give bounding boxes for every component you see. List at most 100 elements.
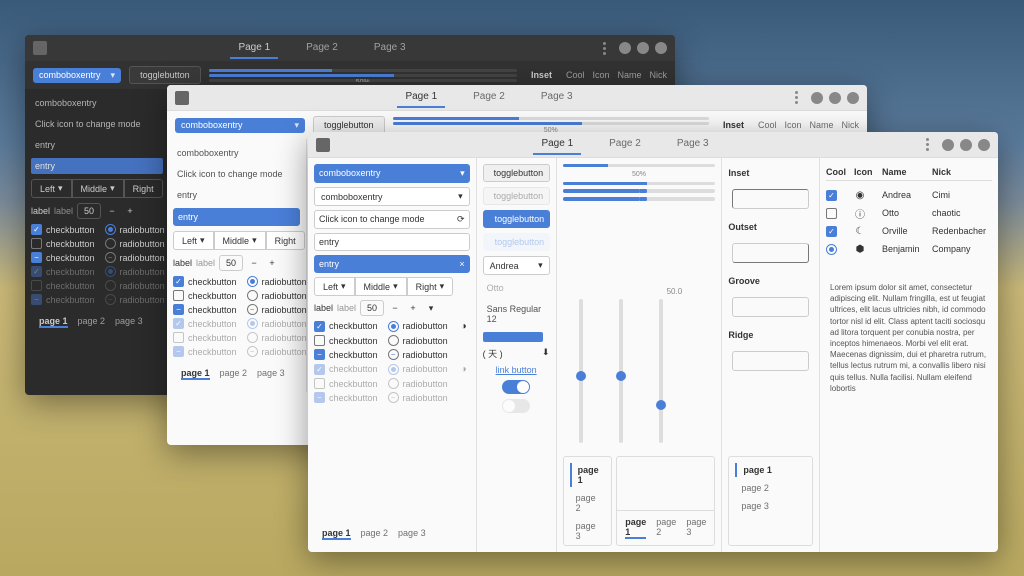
vslider[interactable] [619, 299, 623, 443]
lorem-text: Lorem ipsum dolor sit amet, consectetur … [826, 278, 992, 398]
increment-button[interactable]: + [123, 206, 137, 216]
checkbutton[interactable]: ✓checkbutton [31, 224, 95, 235]
minimize-button[interactable] [942, 139, 954, 151]
page-tab-1[interactable]: page 1 [181, 368, 210, 380]
slider-thumb[interactable] [639, 189, 647, 193]
switch-on[interactable] [502, 380, 530, 394]
menu-icon[interactable] [597, 41, 611, 55]
tab-page3[interactable]: Page 3 [533, 87, 581, 108]
hint-text: Click icon to change mode [31, 116, 163, 132]
page-tab-1[interactable]: page 1 [39, 316, 68, 328]
page-tab-1[interactable]: page 1 [322, 528, 351, 540]
menu-icon[interactable] [789, 91, 803, 105]
tab-page3[interactable]: Page 3 [366, 38, 414, 59]
checkbutton[interactable]: checkbutton [31, 252, 95, 263]
name-dropdown[interactable]: Andrea▾ [483, 256, 550, 275]
status-icon: ◑ [458, 320, 470, 332]
table-row[interactable]: ⬢BenjaminCompany [826, 240, 992, 258]
minimize-button[interactable] [811, 92, 823, 104]
radiobutton[interactable]: radiobutton [247, 276, 307, 287]
checkbutton[interactable]: checkbutton [314, 335, 378, 346]
level-bar [483, 332, 543, 342]
tab-page2[interactable]: Page 2 [465, 87, 513, 108]
link-button[interactable]: link button [483, 365, 550, 375]
combobox-entry[interactable]: comboboxentry▾ [314, 164, 470, 183]
entry-text[interactable]: entry [31, 137, 163, 153]
checkbutton[interactable]: checkbutton [173, 290, 237, 301]
segment-control[interactable]: Left ▾ Middle ▾ Right ▾ [314, 277, 470, 296]
entry-selected[interactable]: entry [173, 208, 300, 226]
tab-page2[interactable]: Page 2 [601, 134, 649, 155]
radiobutton[interactable]: radiobutton [388, 335, 448, 346]
close-button[interactable] [655, 42, 667, 54]
page-tab-3[interactable]: page 3 [398, 528, 426, 540]
page-tab-3[interactable]: page 3 [570, 519, 606, 543]
entry-clearable[interactable]: entry× [314, 255, 470, 273]
menu-icon[interactable] [920, 138, 934, 152]
minimize-button[interactable] [619, 42, 631, 54]
tab-page1[interactable]: Page 1 [397, 87, 445, 108]
font-button[interactable]: Sans Regular 12 [483, 301, 550, 327]
spin-control[interactable]: labellabel 50 − + [31, 203, 163, 219]
maximize-button[interactable] [637, 42, 649, 54]
checkbutton[interactable]: checkbutton [173, 304, 237, 315]
combobox-entry[interactable]: comboboxentry▾ [175, 118, 305, 133]
tab-page3[interactable]: Page 3 [669, 134, 717, 155]
page-tab-1[interactable]: page 1 [570, 463, 606, 487]
entry-field[interactable]: entry [314, 233, 470, 251]
radiobutton[interactable]: radiobutton [105, 238, 165, 249]
radiobutton[interactable]: radiobutton [388, 349, 448, 360]
checkbutton[interactable]: checkbutton [314, 349, 378, 360]
entry-text[interactable]: entry [173, 187, 300, 203]
bracket-text: ( 天 ) [483, 347, 503, 360]
tab-page1[interactable]: Page 1 [230, 38, 278, 59]
download-icon[interactable]: ⬇ [542, 347, 550, 360]
maximize-button[interactable] [960, 139, 972, 151]
toggle-button[interactable]: togglebutton [483, 164, 550, 182]
vslider[interactable] [579, 299, 583, 443]
vslider[interactable]: 50.0 [659, 299, 663, 443]
radiobutton[interactable]: radiobutton [247, 304, 307, 315]
toggle-button-primary[interactable]: togglebutton [483, 210, 550, 228]
radiobutton[interactable]: radiobutton [388, 320, 448, 332]
close-button[interactable] [847, 92, 859, 104]
checkbutton[interactable]: checkbutton [31, 238, 95, 249]
segment-control[interactable]: Left ▾ Middle ▾ Right [31, 179, 163, 198]
segment-control[interactable]: Left ▾ Middle ▾ Right [173, 231, 300, 250]
page-tab-2[interactable]: page 2 [570, 491, 606, 515]
table-row[interactable]: ✓◉AndreaCimi [826, 186, 992, 204]
decrement-button[interactable]: − [105, 206, 119, 216]
spin-control[interactable]: labellabel50−+▾ [314, 300, 470, 316]
page-tab-2[interactable]: page 2 [361, 528, 389, 540]
toggle-button[interactable]: togglebutton [129, 66, 201, 84]
radiobutton[interactable]: radiobutton [247, 290, 307, 301]
icon-mode-entry[interactable]: Click icon to change mode⟳ [314, 210, 470, 229]
page-tab-3[interactable]: page 3 [257, 368, 285, 380]
name-disabled: Otto [483, 280, 550, 296]
combobox-entry[interactable]: comboboxentry▾ [33, 68, 121, 83]
table-row[interactable]: ⓘOttochaotic [826, 204, 992, 222]
page-tab-2[interactable]: page 2 [78, 316, 106, 328]
page-tab-2[interactable]: page 2 [220, 368, 248, 380]
slider-thumb[interactable] [639, 197, 647, 201]
table-row[interactable]: ✓☾OrvilleRedenbacher [826, 222, 992, 240]
close-button[interactable] [978, 139, 990, 151]
entry-selected[interactable]: entry [31, 158, 163, 174]
toggle-button-ghost: togglebutton [483, 233, 550, 251]
tab-page2[interactable]: Page 2 [298, 38, 346, 59]
checkbutton[interactable]: ✓checkbutton [173, 276, 237, 287]
radiobutton[interactable]: radiobutton [105, 252, 165, 263]
clear-icon[interactable]: × [459, 259, 464, 269]
tab-page1[interactable]: Page 1 [533, 134, 581, 155]
header-tabs: Page 1 Page 2 Page 3 [47, 38, 597, 59]
window-light-front: Page 1 Page 2 Page 3 comboboxentry▾ comb… [308, 132, 998, 552]
maximize-button[interactable] [829, 92, 841, 104]
toggle-button-disabled: togglebutton [483, 187, 550, 205]
radiobutton[interactable]: radiobutton [105, 224, 165, 235]
left-column: comboboxentry▾ comboboxentry▾ Click icon… [308, 158, 477, 552]
combobox[interactable]: comboboxentry▾ [314, 187, 470, 206]
checkbutton[interactable]: ✓checkbutton [314, 320, 378, 332]
refresh-icon[interactable]: ⟳ [457, 214, 465, 225]
page-tab-3[interactable]: page 3 [115, 316, 143, 328]
inset-label: Inset [717, 120, 750, 130]
